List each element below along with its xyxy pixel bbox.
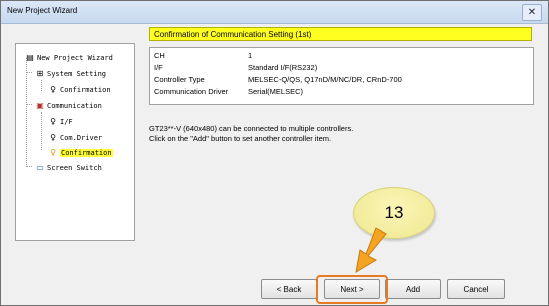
close-icon: ✕ <box>527 7 537 18</box>
settings-value: MELSEC-Q/QS, Q17nD/M/NC/DR, CRnD-700 <box>248 75 402 84</box>
wizard-step-tree: ▤ New Project Wizard ⊞ System Setting ♀ Con… <box>15 43 135 241</box>
wizard-icon: ▤ <box>26 53 34 62</box>
tree-item-label: Screen Switch <box>47 164 102 172</box>
tree-item-label: Confirmation <box>60 86 111 94</box>
system-icon: ⊞ <box>36 69 44 78</box>
tree-item-label: System Setting <box>47 70 107 78</box>
tree-connector <box>41 80 42 91</box>
settings-key: CH <box>154 51 165 60</box>
info-line: GT23**-V (640x480) can be connected to m… <box>149 124 354 133</box>
back-button[interactable]: < Back <box>261 279 317 299</box>
settings-key: Communication Driver <box>154 87 229 96</box>
bulb-icon: ♀ <box>50 117 56 126</box>
tree-connector <box>26 58 27 165</box>
tree-connector <box>26 166 32 167</box>
window-title: New Project Wizard <box>7 6 78 15</box>
pointer-arrow-icon <box>355 227 387 273</box>
tree-item-screen-switch[interactable]: ▭ Screen Switch <box>35 162 102 173</box>
settings-key: Controller Type <box>154 75 205 84</box>
tree-item-new-project-wizard[interactable]: ▤ New Project Wizard <box>25 52 113 63</box>
screen-icon: ▭ <box>36 163 44 172</box>
settings-value: 1 <box>248 51 253 60</box>
title-bar: New Project Wizard ✕ <box>1 1 548 24</box>
page-title: Confirmation of Communication Setting (1… <box>154 30 312 39</box>
tree-item-label: I/F <box>60 118 73 126</box>
tree-connector <box>26 72 32 73</box>
tree-item-label: Communication <box>47 102 102 110</box>
tree-item-com-driver[interactable]: ♀ Com.Driver <box>48 132 102 143</box>
bulb-lit-icon: ♀ <box>50 148 56 157</box>
info-text: GT23**-V (640x480) can be connected to m… <box>149 124 532 144</box>
tree-item-label: Com.Driver <box>60 134 103 142</box>
communication-icon: ▣ <box>36 101 44 110</box>
bulb-icon: ♀ <box>50 85 56 94</box>
page-header: Confirmation of Communication Setting (1… <box>149 27 532 41</box>
bulb-icon: ♀ <box>50 133 56 142</box>
settings-value: Serial(MELSEC) <box>248 87 304 96</box>
tree-item-label: New Project Wizard <box>37 54 113 62</box>
tree-item-communication-confirmation[interactable]: ♀ Confirmation <box>48 147 113 158</box>
tree-item-if[interactable]: ♀ I/F <box>48 116 73 127</box>
tree-item-system-confirmation[interactable]: ♀ Confirmation <box>48 84 111 95</box>
settings-key: I/F <box>154 63 163 72</box>
tree-connector <box>26 104 32 105</box>
tree-item-system-setting[interactable]: ⊞ System Setting <box>35 68 106 79</box>
info-line: Click on the "Add" button to set another… <box>149 134 332 143</box>
tree-item-communication[interactable]: ▣ Communication <box>35 100 102 111</box>
settings-value: Standard I/F(RS232) <box>248 63 318 72</box>
next-button-highlight <box>316 275 388 304</box>
add-button[interactable]: Add <box>385 279 441 299</box>
settings-summary: CH 1 I/F Standard I/F(RS232) Controller … <box>149 47 534 105</box>
tree-connector <box>41 112 42 150</box>
cancel-button[interactable]: Cancel <box>447 279 505 299</box>
close-button[interactable]: ✕ <box>522 4 542 21</box>
tree-item-label: Confirmation <box>60 149 113 157</box>
wizard-window: New Project Wizard ✕ ▤ New Project Wizard… <box>0 0 549 306</box>
